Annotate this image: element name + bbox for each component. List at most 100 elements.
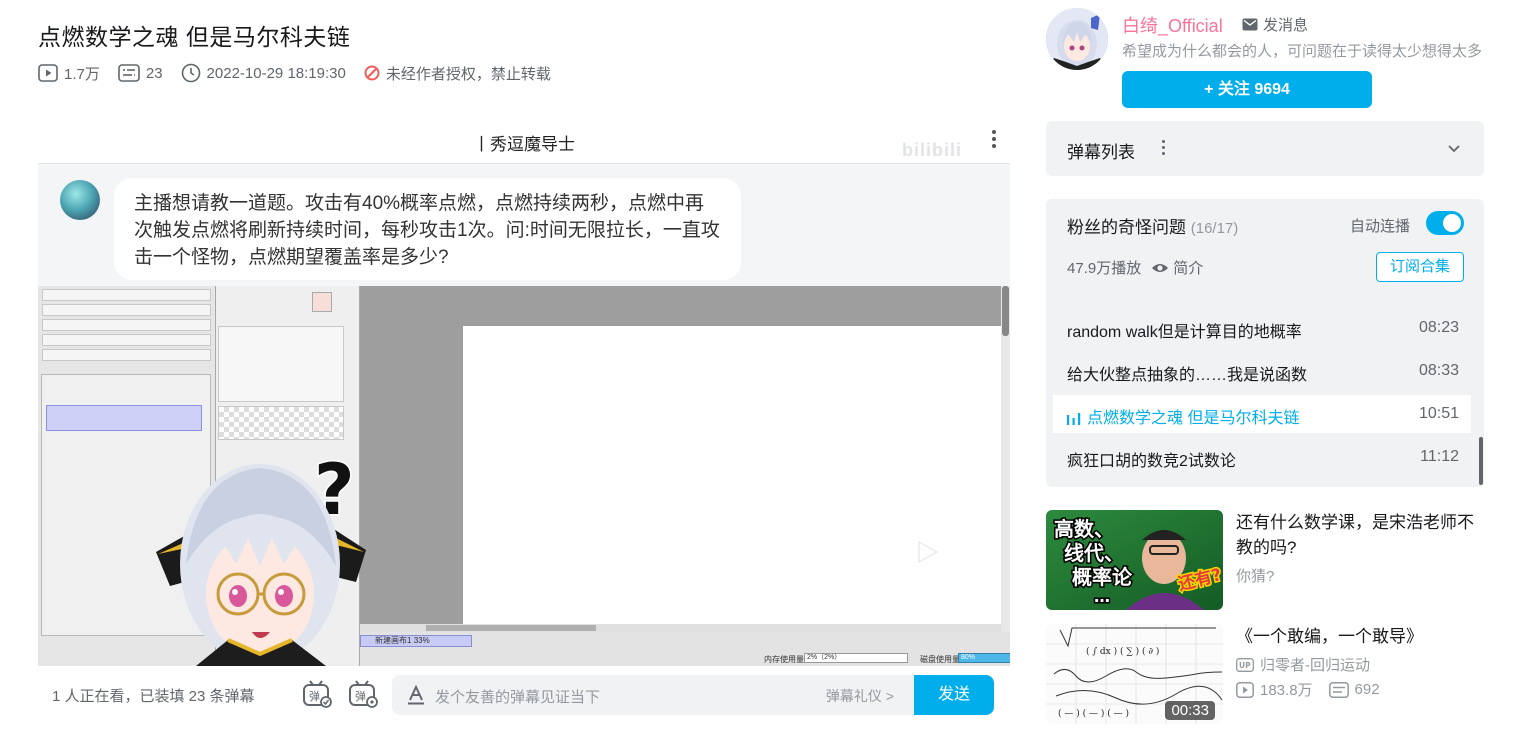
collection-stats: 47.9万播放 简介 — [1067, 257, 1203, 278]
mail-icon — [1242, 18, 1258, 31]
danmaku-list-more-icon[interactable] — [1162, 140, 1166, 158]
eye-icon — [1152, 263, 1169, 272]
canvas-tab: 新建画布1 33% — [360, 635, 472, 647]
danmaku-count-text: 23 — [145, 64, 163, 82]
thumb-text-4: … — [1094, 587, 1110, 606]
danmaku-list-label: 弹幕列表 — [1067, 143, 1135, 162]
rec-stats: 183.8万 692 — [1236, 679, 1380, 700]
collection-title-text: 粉丝的奇怪问题 — [1067, 218, 1186, 237]
collection-scrollbar[interactable] — [1479, 437, 1483, 485]
danmaku-toggle-icon[interactable]: 弹 — [302, 680, 332, 708]
pubdate-text: 2022-10-29 18:19:30 — [206, 64, 346, 82]
send-message-button[interactable]: 发消息 — [1242, 14, 1308, 35]
view-count-text: 1.7万 — [64, 65, 100, 83]
question-bubble: 主播想请教一道题。攻击有40%概率点燃，点燃持续两秒，点燃中再次触发点燃将刷新持… — [114, 178, 741, 280]
canvas-tab-zoom: 33% — [413, 636, 430, 645]
vtuber-character: ? — [156, 454, 366, 666]
video-thumbnail[interactable]: ( ∫ dx ) ( ∑ ) ( ∂ ) ( — ) ( — ) ( — ) 0… — [1046, 624, 1223, 724]
forbidden-icon — [364, 65, 380, 81]
episode-item[interactable]: 给大伙整点抽象的……我是说函数 08:33 — [1053, 352, 1471, 390]
svg-text:( — ) ( — ) ( — ): ( — ) ( — ) ( — ) — [1058, 708, 1129, 719]
episode-duration: 10:51 — [1418, 405, 1459, 422]
danmaku-etiquette-link[interactable]: 弹幕礼仪 > — [826, 686, 894, 706]
thumb-text-3: 概率论 — [1072, 565, 1133, 589]
danmaku-settings-icon[interactable]: 弹 — [348, 680, 378, 708]
bilibili-play-icon[interactable] — [890, 514, 962, 580]
video-player[interactable]: 丨秀逗魔导士 bilibili 主播想请教一道题。攻击有40%概率点燃，点燃持续… — [38, 118, 1010, 722]
danmaku-input[interactable]: 发个友善的弹幕见证当下 弹幕礼仪 > 发送 — [392, 675, 994, 715]
selected-layer — [46, 405, 202, 431]
danmaku-icon — [1328, 681, 1349, 698]
autoplay-label: 自动连播 — [1349, 218, 1410, 235]
rec-author[interactable]: UP 归零者-回归运动 — [1236, 654, 1370, 675]
episode-duration: 08:33 — [1418, 362, 1459, 379]
episode-title: random walk但是计算目的地概率 — [1067, 324, 1302, 341]
player-bottom-bar: 1 人正在看，已装填 23 条弹幕 弹 弹 发个友善的弹幕见证当下 弹幕礼仪 >… — [38, 666, 1010, 722]
episode-item[interactable]: 疯狂口胡的数竞2试数论 11:12 — [1053, 438, 1471, 476]
paint-statusbar: 新建画布1 33% 内存使用量 2%（2%） 磁盘使用量 80% — [360, 632, 1010, 666]
episode-title: 点燃数学之魂 但是马尔科夫链 — [1067, 404, 1299, 428]
svg-text:弹: 弹 — [355, 689, 366, 703]
rec-views: 183.8万 — [1260, 682, 1313, 699]
paint-horizontal-scrollbar — [360, 624, 1001, 632]
thumb-text-2: 线代、 — [1064, 541, 1124, 565]
stream-topbar: 丨秀逗魔导士 bilibili — [38, 118, 1010, 164]
bilibili-watermark: bilibili — [902, 140, 962, 160]
subscribe-collection-button[interactable]: 订阅合集 — [1376, 252, 1464, 282]
send-message-label: 发消息 — [1263, 17, 1309, 34]
rec-danmaku: 692 — [1354, 681, 1380, 698]
up-badge-icon: UP — [1236, 657, 1254, 672]
transparency-preview — [218, 406, 344, 440]
video-duration-badge: 00:33 — [1165, 701, 1215, 720]
collection-intro-link[interactable]: 简介 — [1151, 257, 1203, 278]
danmaku-list-panel[interactable]: 弹幕列表 — [1046, 121, 1484, 176]
play-count-icon — [38, 64, 58, 82]
collection-panel: 粉丝的奇怪问题 (16/17) 自动连播 47.9万播放 简介 订阅合集 ran… — [1046, 199, 1484, 487]
danmaku-count: 23 — [118, 64, 163, 82]
video-meta: 1.7万 23 2022-10-29 18:19:30 未经作者授权，禁止转载 — [38, 62, 569, 84]
collection-title[interactable]: 粉丝的奇怪问题 (16/17) — [1067, 213, 1238, 238]
danmaku-placeholder: 发个友善的弹幕见证当下 — [435, 689, 601, 706]
autoplay-toggle[interactable] — [1426, 211, 1464, 235]
video-thumbnail[interactable]: 高数、 线代、 概率论 … 还有? — [1046, 510, 1223, 610]
danmaku-icon — [118, 64, 140, 82]
watching-info: 1 人正在看，已装填 23 条弹幕 — [52, 688, 255, 705]
uploader-desc: 希望成为什么都会的人，可问题在于读得太少想得太多 — [1122, 43, 1483, 60]
mem-label: 内存使用量 — [764, 655, 804, 664]
svg-text:弹: 弹 — [309, 689, 320, 703]
episode-item[interactable]: random walk但是计算目的地概率 08:23 — [1053, 309, 1471, 347]
chevron-down-icon[interactable] — [1446, 140, 1462, 156]
video-title: 点燃数学之魂 但是马尔科夫链 — [38, 24, 351, 50]
episode-duration: 08:23 — [1418, 319, 1459, 336]
thumb-text-1: 高数、 — [1054, 517, 1114, 541]
play-count-icon — [1236, 681, 1254, 698]
clock-icon — [181, 63, 200, 83]
pubdate: 2022-10-29 18:19:30 — [181, 63, 346, 83]
collection-plays: 47.9万播放 — [1067, 260, 1142, 277]
episode-title: 给大伙整点抽象的……我是说函数 — [1067, 367, 1308, 384]
follow-button[interactable]: + 关注 9694 — [1122, 71, 1372, 108]
question-avatar — [60, 180, 100, 220]
collection-intro-label: 简介 — [1173, 260, 1204, 277]
svg-text:UP: UP — [1239, 661, 1251, 670]
uploader-name[interactable]: 白绮_Official — [1122, 12, 1223, 38]
rec-subtitle: 你猜? — [1236, 568, 1275, 585]
rec-title[interactable]: 还有什么数学课，是宋浩老师不教的吗? — [1236, 510, 1486, 560]
danmaku-style-icon[interactable] — [406, 685, 426, 705]
paint-vertical-scrollbar — [1001, 286, 1010, 632]
rec-title[interactable]: 《一个敢编，一个敢导》 — [1236, 624, 1486, 649]
collection-count: (16/17) — [1190, 220, 1239, 237]
episode-item-active[interactable]: 点燃数学之魂 但是马尔科夫链 10:51 — [1053, 395, 1471, 433]
disk-label: 磁盘使用量 — [920, 655, 960, 664]
uploader-avatar[interactable] — [1046, 8, 1108, 70]
episode-duration: 11:12 — [1420, 448, 1459, 465]
copyright-text: 未经作者授权，禁止转载 — [385, 65, 551, 83]
send-button[interactable]: 发送 — [914, 675, 994, 715]
view-count: 1.7万 — [38, 63, 100, 84]
rec-author-name: 归零者-回归运动 — [1260, 657, 1370, 674]
streamer-title: 丨秀逗魔导士 — [473, 135, 575, 154]
more-dots-icon — [992, 130, 996, 151]
now-playing-icon — [1067, 412, 1081, 425]
copyright-notice: 未经作者授权，禁止转载 — [364, 63, 551, 84]
disk-bar: 80% — [958, 653, 1010, 663]
